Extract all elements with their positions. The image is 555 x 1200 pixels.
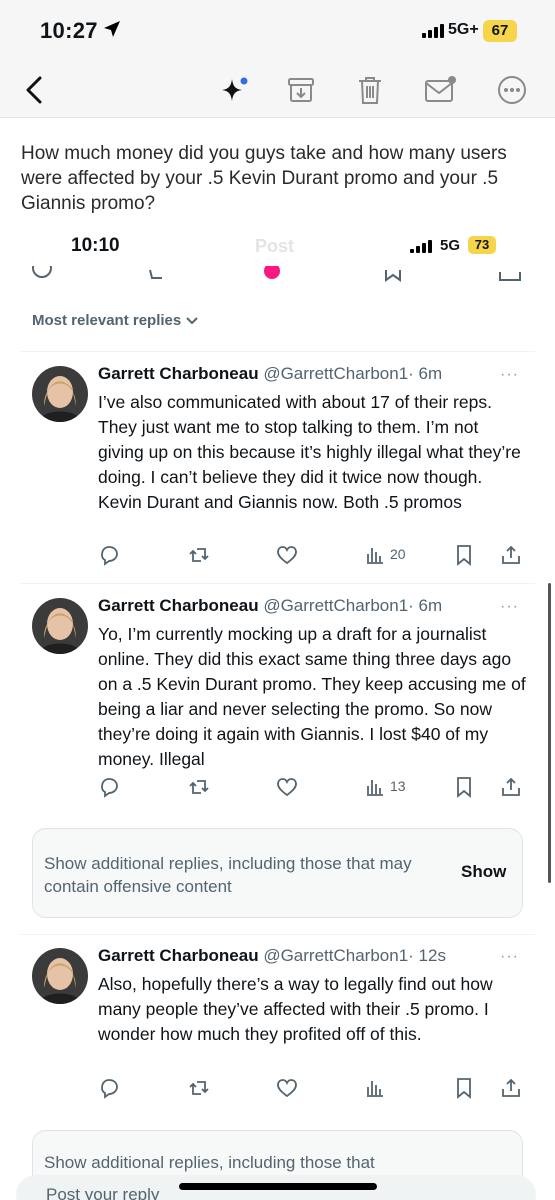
more-options-icon[interactable]: ··· xyxy=(500,366,519,384)
embedded-ghost-title: Post xyxy=(255,236,295,256)
author-name[interactable]: Garrett Charboneau xyxy=(98,364,259,383)
more-circle-icon[interactable] xyxy=(492,70,532,110)
views-stat[interactable]: 20 xyxy=(366,544,406,564)
divider xyxy=(20,351,535,352)
reply-icon[interactable] xyxy=(98,1077,120,1099)
more-options-icon[interactable]: ··· xyxy=(500,598,519,616)
home-indicator[interactable] xyxy=(179,1183,377,1190)
replies-filter-label: Most relevant replies xyxy=(32,312,182,329)
tweet-actions: 13 xyxy=(98,776,528,800)
tweet-time: · 6m xyxy=(408,596,443,615)
author-handle[interactable]: @GarrettCharbon1 xyxy=(263,364,408,383)
tweet-time: · 12s xyxy=(408,946,446,965)
additional-replies-text: Show additional replies, including those… xyxy=(44,854,412,896)
mail-unread-icon[interactable] xyxy=(420,70,460,110)
trash-icon[interactable] xyxy=(350,70,390,110)
views-stat[interactable]: 13 xyxy=(366,776,406,796)
author-name[interactable]: Garrett Charboneau xyxy=(98,946,259,965)
reply-icon[interactable] xyxy=(98,544,120,566)
embedded-battery-badge: 73 xyxy=(468,236,496,254)
scrollbar[interactable] xyxy=(548,583,551,883)
like-icon[interactable] xyxy=(276,544,298,566)
views-icon xyxy=(367,548,383,564)
location-arrow-icon xyxy=(103,20,121,43)
views-count: 20 xyxy=(390,546,406,562)
like-icon[interactable] xyxy=(276,776,298,798)
repost-icon[interactable] xyxy=(188,1077,210,1099)
like-icon[interactable] xyxy=(276,1077,298,1099)
embedded-status-bar: 10:10 Post 5G 73 xyxy=(0,228,555,266)
bookmark-icon[interactable] xyxy=(454,1077,474,1099)
views-count: 13 xyxy=(390,778,406,794)
repost-icon[interactable] xyxy=(188,776,210,798)
more-options-icon[interactable]: ··· xyxy=(500,948,519,966)
tweet-header: Garrett Charboneau @GarrettCharbon1· 6m xyxy=(98,364,442,384)
tweet-header: Garrett Charboneau @GarrettCharbon1· 12s xyxy=(98,946,446,966)
author-name[interactable]: Garrett Charboneau xyxy=(98,596,259,615)
sparkle-icon[interactable] xyxy=(214,70,254,110)
bookmark-icon[interactable] xyxy=(454,776,474,798)
signal-icon xyxy=(422,24,444,38)
additional-replies-notice: Show additional replies, including those… xyxy=(32,828,523,918)
network-type: 5G+ xyxy=(448,21,479,38)
tweet-actions xyxy=(98,1077,528,1101)
tweet-actions: 20 xyxy=(98,544,528,568)
compose-placeholder: Post your reply xyxy=(46,1185,160,1200)
embedded-status-time: 10:10 xyxy=(71,235,120,256)
avatar[interactable] xyxy=(32,366,88,422)
reply-icon[interactable] xyxy=(98,776,120,798)
tweet-time: · 6m xyxy=(408,364,443,383)
chevron-down-icon xyxy=(186,316,198,324)
battery-badge: 67 xyxy=(483,20,517,42)
tweet-text: I’ve also communicated with about 17 of … xyxy=(98,392,521,512)
share-icon[interactable] xyxy=(500,1077,522,1099)
tweet-text: Yo, I’m currently mocking up a draft for… xyxy=(98,624,526,769)
embedded-signal-icon xyxy=(410,240,432,253)
bookmark-icon[interactable] xyxy=(454,544,474,566)
views-stat[interactable] xyxy=(366,1077,390,1097)
replies-filter-dropdown[interactable]: Most relevant replies xyxy=(32,312,199,329)
avatar[interactable] xyxy=(32,598,88,654)
back-chevron-icon[interactable] xyxy=(14,70,54,110)
views-icon xyxy=(367,1081,383,1097)
show-button[interactable]: Show xyxy=(461,862,506,882)
status-bar: 10:27 5G+ 67 xyxy=(0,0,555,62)
author-handle[interactable]: @GarrettCharbon1 xyxy=(263,596,408,615)
additional-replies-partial-text: Show additional replies, including those… xyxy=(44,1153,375,1172)
share-icon[interactable] xyxy=(500,544,522,566)
status-time: 10:27 xyxy=(40,18,98,43)
author-handle[interactable]: @GarrettCharbon1 xyxy=(263,946,408,965)
archive-icon[interactable] xyxy=(281,70,321,110)
embedded-network-type: 5G xyxy=(440,237,461,254)
divider xyxy=(20,583,535,584)
views-icon xyxy=(367,780,383,796)
share-icon[interactable] xyxy=(500,776,522,798)
avatar[interactable] xyxy=(32,948,88,1004)
repost-icon[interactable] xyxy=(188,544,210,566)
divider xyxy=(20,934,535,935)
email-body: How much money did you guys take and how… xyxy=(21,143,507,214)
cropped-action-row xyxy=(0,266,555,286)
mail-toolbar xyxy=(0,62,555,118)
tweet-header: Garrett Charboneau @GarrettCharbon1· 6m xyxy=(98,596,442,616)
tweet-text: Also, hopefully there’s a way to legally… xyxy=(98,974,493,1044)
